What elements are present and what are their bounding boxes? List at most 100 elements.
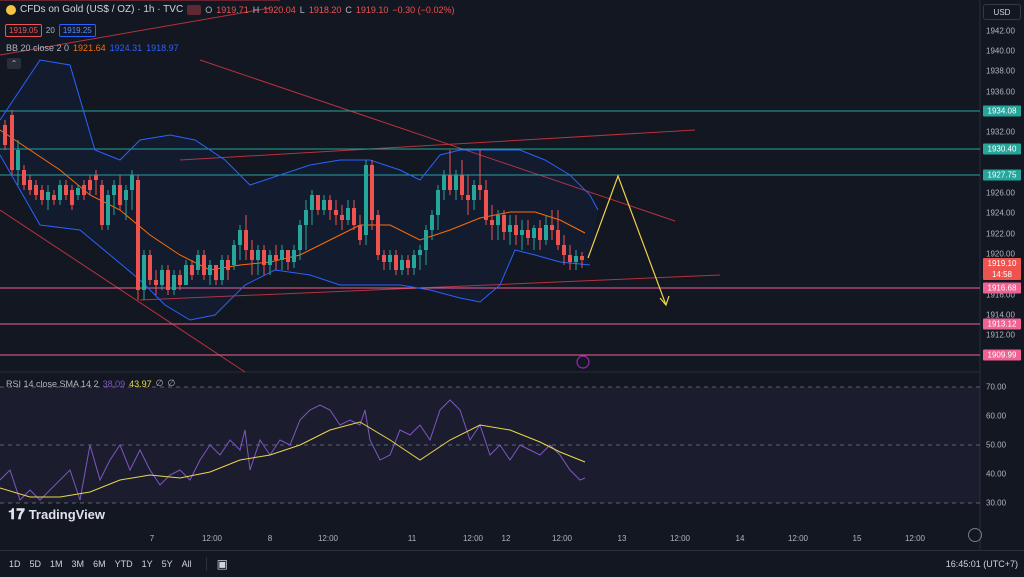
candle-body [220,260,224,280]
time-tick: 7 [149,534,155,543]
timeframe-all[interactable]: All [182,559,192,569]
candle-body [514,225,518,235]
timeframe-buttons: 1D 5D 1M 3M 6M YTD 1Y 5Y All [0,559,192,569]
candle-body [346,208,350,220]
chart-canvas[interactable] [0,0,1024,550]
candle-body [418,250,422,255]
price-tick: 1926.00 [986,188,1015,198]
timeframe-3m[interactable]: 3M [72,559,85,569]
candle-body [436,190,440,215]
candle-body [172,275,176,290]
candle-body [232,245,236,265]
candle-body [88,180,92,190]
candle-body [64,185,68,195]
candle-body [10,115,14,170]
tradingview-logo-icon: 𝟏𝟕 [8,506,25,523]
candle-body [142,255,146,290]
date-range-icon[interactable]: ▣ [217,557,228,571]
candle-body [430,215,434,230]
candle-body [370,165,374,220]
candle-body [394,255,398,270]
time-tick: 12:00 [669,534,691,543]
tradingview-watermark[interactable]: 𝟏𝟕 TradingView [8,506,105,523]
price-tick: 1942.00 [986,26,1015,36]
candle-body [268,255,272,265]
candle-body [574,256,578,262]
candle-body [406,260,410,268]
timeframe-ytd[interactable]: YTD [115,559,133,569]
level-label-1913: 1913.12 [983,318,1021,330]
candle-body [460,175,464,195]
candle-body [412,255,416,268]
candle-body [136,180,140,290]
candle-body [256,250,260,260]
candle-body [34,185,38,195]
rsi-legend[interactable]: RSI 14 close SMA 14 2 38.09 43.97 ∅ ∅ [6,378,175,389]
candle-body [352,208,356,225]
bb-legend[interactable]: BB 20 close 2 0 1921.64 1924.31 1918.97 [6,43,179,53]
bb-upper-value: 1924.31 [109,43,143,53]
high-value: 1920.04 [263,4,296,15]
candle-body [490,220,494,225]
candle-body [358,225,362,240]
ask-price[interactable]: 1919.25 [58,24,96,37]
candle-body [76,188,80,195]
candle-body [250,250,254,260]
time-tick: 12:00 [551,534,573,543]
candle-body [166,270,170,290]
price-tick: 1936.00 [986,87,1015,97]
bb-legend-label: BB 20 close 2 0 [6,43,70,53]
candle-body [382,255,386,262]
close-label: C [345,4,352,15]
change-value: −0.30 (−0.02%) [392,4,455,15]
rsi-tick: 50.00 [986,440,1007,450]
candle-body [196,255,200,270]
symbol-title[interactable]: CFDs on Gold (US$ / OZ) · 1h · TVC [20,4,183,15]
symbol-legend: CFDs on Gold (US$ / OZ) · 1h · TVC O 1919… [6,4,454,15]
candle-body [508,225,512,232]
time-tick: 15 [852,534,862,543]
candle-body [466,195,470,200]
bb-lower-value: 1918.97 [146,43,179,53]
market-status-icon[interactable] [187,4,202,15]
timeframe-1m[interactable]: 1M [50,559,63,569]
candle-body [40,190,44,200]
price-tick: 1938.00 [986,66,1015,76]
candle-body [52,195,56,200]
candle-body [202,255,206,275]
candle-body [328,200,332,210]
candle-body [190,265,194,275]
bid-price[interactable]: 1919.05 [5,24,42,37]
rsi-legend-label: RSI 14 close SMA 14 2 [6,378,99,389]
chart-settings-icon[interactable] [968,528,982,542]
time-tick: 12:00 [201,534,223,543]
timeframe-5d[interactable]: 5D [30,559,42,569]
candle-body [214,265,218,280]
candle-body [208,265,212,275]
timeframe-6m[interactable]: 6M [93,559,106,569]
timeframe-1y[interactable]: 1Y [142,559,153,569]
level-label-1934: 1934.08 [983,105,1021,117]
currency-selector[interactable]: USD [983,4,1021,20]
candle-body [184,265,188,285]
candle-body [562,245,566,255]
candle-body [130,175,134,190]
timeframe-5y[interactable]: 5Y [162,559,173,569]
candle-body [148,255,152,280]
candle-body [58,185,62,200]
candle-body [16,150,20,170]
candle-body [106,195,110,225]
tradingview-wordmark: TradingView [28,507,106,522]
candle-body [100,185,104,225]
spread-value: 20 [45,26,55,35]
clock-display[interactable]: 16:45:01 (UTC+7) [946,559,1018,569]
low-value: 1918.20 [308,4,342,15]
rsi-value: 38.09 [102,378,126,389]
collapse-legend-icon[interactable]: ⌃ [7,58,21,69]
candle-body [478,185,482,190]
event-flash-icon [576,355,590,369]
timeframe-1d[interactable]: 1D [9,559,21,569]
low-label: L [299,4,305,15]
rsi-tick: 30.00 [986,498,1007,508]
rsi-tick: 70.00 [986,382,1007,392]
